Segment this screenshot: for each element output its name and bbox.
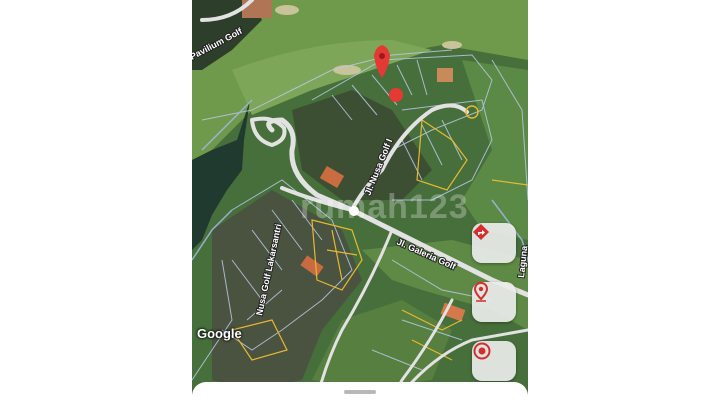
- map-view[interactable]: Pavilium Golf Jl. Nusa Golf I Jl. Galeri…: [192, 0, 528, 420]
- watermark: rumah123: [300, 188, 469, 226]
- directions-button[interactable]: [472, 223, 516, 263]
- location-button[interactable]: [472, 282, 516, 322]
- my-location-button[interactable]: [472, 341, 516, 381]
- location-dot: [389, 88, 403, 102]
- sheet-drag-handle[interactable]: [344, 390, 376, 394]
- bottom-sheet[interactable]: [192, 382, 528, 420]
- location-pin-icon: [473, 282, 489, 302]
- my-location-icon: [473, 342, 491, 360]
- directions-icon: [473, 224, 489, 240]
- google-attribution: Google: [197, 326, 242, 341]
